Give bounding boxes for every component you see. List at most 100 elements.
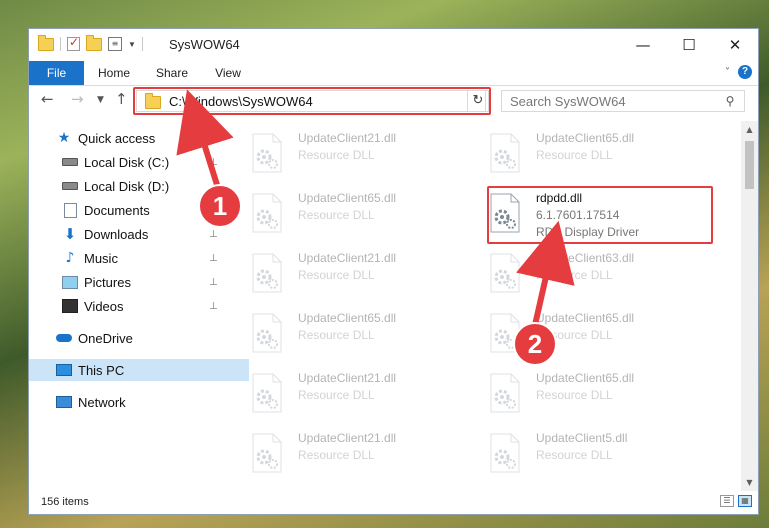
file-name: UpdateClient63.dll [536, 251, 635, 265]
quick-access-toolbar: ≡ ▼ [38, 34, 143, 51]
file-item[interactable]: UpdateClient21.dll Resource DLL [223, 245, 453, 299]
file-name: UpdateClient65.dll [298, 311, 397, 325]
sidebar-item-local-disk-d[interactable]: Local Disk (D:) [29, 175, 255, 197]
star-icon: ★ [57, 130, 71, 146]
documents-icon [62, 202, 78, 218]
scroll-down-icon[interactable]: ▼ [741, 474, 758, 491]
dll-file-icon [251, 373, 283, 413]
file-description: Resource DLL [536, 148, 613, 162]
back-arrow-icon[interactable]: ← [41, 90, 54, 108]
file-name: UpdateClient21.dll [298, 131, 397, 145]
dll-file-icon [251, 313, 283, 353]
folder-icon[interactable] [38, 34, 54, 51]
title-bar: ≡ ▼ SysWOW64 — ☐ ✕ [29, 29, 758, 61]
file-name: UpdateClient65.dll [298, 191, 397, 205]
pin-icon: ⊥ [209, 228, 218, 240]
search-input[interactable]: Search SysWOW64 [510, 94, 722, 109]
file-description: Resource DLL [536, 328, 613, 342]
pin-icon: ⊥ [209, 156, 218, 168]
file-name: UpdateClient21.dll [298, 371, 397, 385]
new-folder-icon[interactable] [86, 34, 102, 51]
dll-file-icon [489, 133, 521, 173]
downloads-icon: ⬇ [63, 225, 77, 243]
search-icon[interactable]: ⚲ [722, 94, 738, 108]
file-name: UpdateClient21.dll [298, 251, 397, 265]
file-item[interactable]: UpdateClient65.dll Resource DLL [461, 125, 691, 179]
scroll-thumb[interactable] [745, 141, 754, 189]
window-title: SysWOW64 [169, 37, 240, 52]
recent-locations-chevron-icon[interactable]: ▼ [97, 95, 104, 105]
help-icon[interactable]: ? [738, 65, 752, 79]
sidebar-item-music[interactable]: ♪ Music ⊥ [29, 247, 255, 269]
sidebar-item-pictures[interactable]: Pictures ⊥ [29, 271, 255, 293]
file-description: Resource DLL [298, 328, 375, 342]
dll-file-icon [251, 253, 283, 293]
sidebar-item-this-pc[interactable]: This PC [29, 359, 249, 381]
this-pc-icon [56, 363, 72, 377]
sidebar-item-onedrive[interactable]: OneDrive [29, 327, 249, 349]
dll-file-icon [489, 313, 521, 353]
sidebar-item-local-disk-c[interactable]: Local Disk (C:) ⊥ [29, 151, 255, 173]
tab-share[interactable]: Share [147, 61, 197, 85]
pin-icon: ⊥ [209, 276, 218, 288]
up-arrow-icon[interactable]: ↑ [115, 90, 128, 108]
dll-file-icon [251, 193, 283, 233]
vertical-scrollbar[interactable]: ▲ ▼ [741, 121, 758, 491]
file-item[interactable]: UpdateClient65.dll Resource DLL [223, 305, 453, 359]
file-item[interactable]: UpdateClient21.dll Resource DLL [223, 125, 453, 179]
details-view-icon[interactable]: ☰ [720, 495, 734, 507]
file-item[interactable]: UpdateClient63.dll Resource DLL [461, 245, 691, 299]
tab-home[interactable]: Home [89, 61, 139, 85]
expand-ribbon-icon[interactable]: ˅ [725, 67, 730, 78]
network-icon [56, 395, 72, 409]
sidebar-item-quick-access[interactable]: ★ Quick access [29, 127, 249, 149]
scroll-up-icon[interactable]: ▲ [741, 121, 758, 138]
search-box[interactable]: Search SysWOW64 ⚲ [501, 90, 745, 112]
dll-file-icon [489, 253, 521, 293]
minimize-button[interactable]: — [620, 29, 666, 61]
file-description: Resource DLL [298, 268, 375, 282]
navigation-bar: ← → ▼ ↑ C:\Windows\SysWOW64 ˅ ↻ Search S… [29, 86, 758, 116]
tab-view[interactable]: View [205, 61, 251, 85]
file-description: Resource DLL [536, 388, 613, 402]
music-icon: ♪ [65, 250, 75, 266]
file-item[interactable]: UpdateClient65.dll Resource DLL [223, 185, 453, 239]
file-item[interactable]: UpdateClient5.dll Resource DLL [461, 425, 691, 479]
sidebar-item-downloads[interactable]: ⬇ Downloads ⊥ [29, 223, 255, 245]
large-icons-view-icon[interactable]: ▦ [738, 495, 752, 507]
address-highlight-box [133, 87, 491, 115]
videos-icon [62, 299, 78, 313]
properties-check-icon[interactable] [67, 35, 80, 51]
forward-arrow-icon[interactable]: → [71, 90, 84, 108]
dll-file-icon [251, 433, 283, 473]
pin-icon: ⊥ [209, 252, 218, 264]
pictures-icon [62, 275, 78, 289]
disk-icon [62, 155, 78, 169]
dll-file-icon [489, 373, 521, 413]
window-controls: — ☐ ✕ [620, 29, 758, 61]
file-description: Resource DLL [536, 448, 613, 462]
sidebar-item-network[interactable]: Network [29, 391, 249, 413]
file-explorer-window: ≡ ▼ SysWOW64 — ☐ ✕ File Home Share View … [28, 28, 759, 515]
maximize-button[interactable]: ☐ [666, 29, 712, 61]
dll-file-icon [251, 133, 283, 173]
customize-icon[interactable]: ≡ [108, 37, 122, 51]
disk-icon [62, 179, 78, 193]
file-description: Resource DLL [298, 388, 375, 402]
file-item[interactable]: UpdateClient65.dll Resource DLL [461, 305, 691, 359]
qat-dropdown-icon[interactable]: ▼ [128, 40, 136, 49]
status-bar: 156 items ☰ ▦ [29, 490, 758, 514]
close-button[interactable]: ✕ [712, 29, 758, 61]
file-item[interactable]: UpdateClient21.dll Resource DLL [223, 425, 453, 479]
file-name: UpdateClient5.dll [536, 431, 628, 445]
file-list: UpdateClient21.dll Resource DLL UpdateClie… [223, 123, 737, 487]
file-item[interactable]: UpdateClient65.dll Resource DLL [461, 365, 691, 419]
dll-file-icon [489, 433, 521, 473]
file-name: UpdateClient65.dll [536, 371, 635, 385]
tab-file[interactable]: File [29, 61, 84, 85]
file-item[interactable]: UpdateClient21.dll Resource DLL [223, 365, 453, 419]
sidebar-item-videos[interactable]: Videos ⊥ [29, 295, 255, 317]
sidebar-item-documents[interactable]: Documents [29, 199, 255, 221]
pin-icon: ⊥ [209, 300, 218, 312]
file-description: Resource DLL [298, 448, 375, 462]
